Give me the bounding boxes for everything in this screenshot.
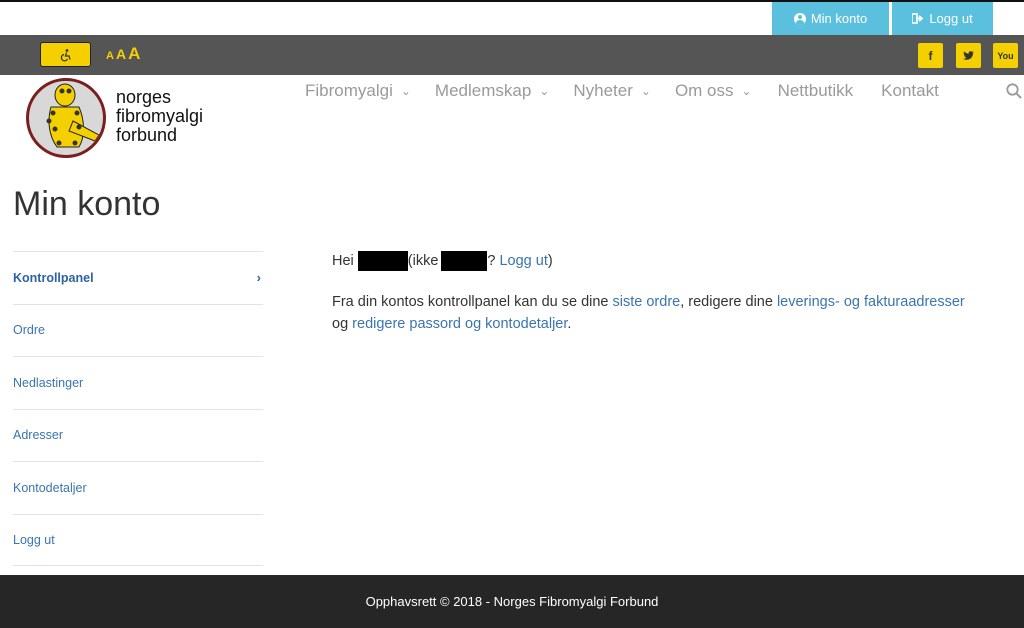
nav-label: Nyheter [573, 81, 633, 100]
logo-line-2: fibromyalgi [116, 106, 204, 126]
logo-emblem [26, 78, 106, 158]
redacted-username-2 [441, 251, 488, 271]
nav-label: Om oss [674, 81, 734, 100]
user-circle-icon [793, 12, 806, 25]
wheelchair-icon [60, 48, 71, 61]
greeting-logout-link[interactable]: Logg ut [499, 250, 547, 272]
nav-item-fibromyalgi[interactable]: Fibromyalgi ⌄ [305, 81, 411, 101]
nav-item-kontakt[interactable]: Kontakt [881, 81, 939, 101]
sidebar-item-label: Nedlastinger [13, 375, 84, 390]
nav-item-nyheter[interactable]: Nyheter ⌄ [573, 81, 651, 101]
search-icon[interactable] [1006, 83, 1022, 99]
dashboard-intro: Fra din kontos kontrollpanel kan du se d… [332, 291, 1002, 335]
font-size-large[interactable]: A [128, 44, 140, 64]
site-footer: Opphavsrett © 2018 - Norges Fibromyalgi … [0, 575, 1024, 628]
min-konto-label: Min konto [810, 11, 868, 26]
nav-item-om-oss[interactable]: Om oss ⌄ [675, 81, 752, 101]
nav-item-medlemskap[interactable]: Medlemskap ⌄ [435, 81, 549, 101]
accessibility-toggle-button[interactable] [40, 42, 91, 67]
sidebar-item-label: Ordre [13, 323, 45, 338]
nav-label: Nettbutikk [777, 81, 854, 100]
font-size-medium[interactable]: A [116, 46, 126, 62]
sidebar-item-label: Kontodetaljer [13, 480, 87, 495]
sidebar-item-ordre[interactable]: Ordre [13, 303, 263, 357]
intro-text-1: Fra din kontos kontrollpanel kan du se d… [332, 294, 613, 310]
greeting-not-prefix: (ikke [407, 253, 439, 269]
min-konto-button[interactable]: Min konto [772, 2, 889, 35]
chevron-down-icon: ⌄ [539, 84, 550, 98]
redacted-username [357, 251, 408, 271]
nav-label: Kontakt [881, 81, 939, 100]
facebook-glyph: f [928, 48, 933, 63]
account-details-link[interactable]: redigere passord og kontodetaljer [352, 316, 567, 332]
sidebar-item-label: Adresser [13, 428, 64, 443]
sidebar-item-nedlastinger[interactable]: Nedlastinger [13, 356, 263, 409]
font-size-small[interactable]: A [106, 50, 114, 62]
logg-ut-label: Logg ut [929, 11, 973, 26]
recent-orders-link[interactable]: siste ordre [613, 294, 681, 310]
sidebar-item-adresser[interactable]: Adresser [13, 408, 263, 462]
main-nav: Fibromyalgi ⌄ Medlemskap ⌄ Nyheter ⌄ Om … [305, 80, 939, 102]
chevron-down-icon: ⌄ [400, 84, 411, 98]
chevron-right-icon: › [256, 270, 261, 286]
top-bar: Min konto Logg ut [0, 2, 1024, 35]
logo-figure [46, 83, 100, 148]
sidebar-item-kontodetaljer[interactable]: Kontodetaljer [13, 461, 263, 514]
intro-text-2: , redigere dine [680, 294, 777, 310]
dashboard-content: Hei (ikke ? Logg ut ) Fra din kontos kon… [332, 250, 1002, 335]
font-size-controls: A A A [106, 44, 140, 64]
account-sidebar: Kontrollpanel › Ordre Nedlastinger Adres… [13, 251, 263, 566]
sidebar-item-kontrollpanel[interactable]: Kontrollpanel › [13, 251, 263, 304]
intro-text-3: og [332, 316, 353, 332]
sign-out-icon [912, 13, 924, 24]
sidebar-item-label: Kontrollpanel [13, 270, 94, 285]
chevron-down-icon: ⌄ [741, 84, 752, 98]
logo-line-1: norges [116, 87, 172, 107]
site-header: norges fibromyalgi forbund Fibromyalgi ⌄… [0, 75, 1024, 165]
greeting-close-paren: ) [547, 253, 553, 269]
facebook-icon[interactable]: f [918, 43, 943, 68]
twitter-icon[interactable] [956, 43, 981, 68]
sidebar-item-logg-ut[interactable]: Logg ut [13, 513, 263, 566]
greeting-question: ? [487, 253, 496, 269]
greeting-line: Hei (ikke ? Logg ut ) [332, 250, 1002, 272]
chevron-down-icon: ⌄ [640, 84, 651, 98]
nav-item-nettbutikk[interactable]: Nettbutikk [778, 81, 854, 101]
youtube-glyph: You [997, 50, 1014, 61]
intro-text-4: . [567, 316, 572, 332]
logo-line-3: forbund [116, 125, 178, 145]
twitter-bird-glyph [963, 51, 974, 60]
logg-ut-button[interactable]: Logg ut [892, 2, 993, 35]
logo-wordmark: norges fibromyalgi forbund [116, 88, 203, 145]
greeting-prefix: Hei [332, 253, 354, 269]
accessibility-bar: A A A f You [0, 35, 1024, 75]
nav-label: Fibromyalgi [305, 81, 393, 100]
sidebar-item-label: Logg ut [13, 532, 55, 547]
addresses-link[interactable]: leverings- og fakturaadresser [777, 294, 965, 310]
youtube-icon[interactable]: You [993, 43, 1018, 68]
nav-label: Medlemskap [434, 81, 532, 100]
copyright-text: Opphavsrett © 2018 - Norges Fibromyalgi … [365, 594, 659, 609]
site-logo[interactable]: norges fibromyalgi forbund [26, 78, 216, 160]
page-title: Min konto [13, 185, 161, 223]
